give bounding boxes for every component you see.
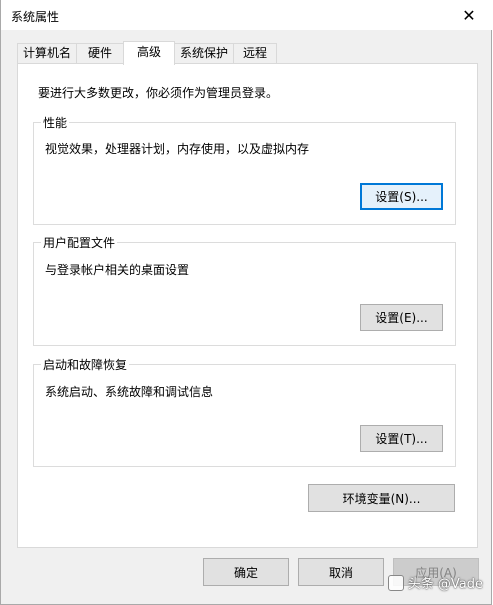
user-profiles-settings-button[interactable]: 设置(E)... <box>360 304 443 331</box>
ok-button[interactable]: 确定 <box>203 558 289 586</box>
advanced-tab-panel: 要进行大多数更改，你必须作为管理员登录。 性能 视觉效果，处理器计划，内存使用，… <box>17 63 478 548</box>
startup-recovery-desc: 系统启动、系统故障和调试信息 <box>45 385 214 399</box>
tab-advanced[interactable]: 高级 <box>123 41 175 65</box>
cancel-button[interactable]: 取消 <box>298 558 384 586</box>
performance-group: 性能 视觉效果，处理器计划，内存使用，以及虚拟内存 设置(S)... <box>33 114 456 225</box>
performance-settings-button[interactable]: 设置(S)... <box>360 183 443 210</box>
performance-desc: 视觉效果，处理器计划，内存使用，以及虚拟内存 <box>45 142 310 156</box>
admin-notice: 要进行大多数更改，你必须作为管理员登录。 <box>38 86 279 100</box>
environment-variables-button[interactable]: 环境变量(N)... <box>308 484 455 512</box>
user-profiles-desc: 与登录帐户相关的桌面设置 <box>45 263 190 277</box>
close-button[interactable]: ✕ <box>446 0 492 30</box>
tab-computer-name[interactable]: 计算机名 <box>17 43 77 64</box>
window-title: 系统属性 <box>11 10 60 24</box>
watermark-text: 头条 @Vade <box>407 577 483 592</box>
watermark: 头条 @Vade <box>387 573 483 592</box>
tab-remote[interactable]: 远程 <box>233 43 277 64</box>
system-properties-dialog: 系统属性 ✕ 计算机名 硬件 高级 系统保护 远程 要进行大多数更改，你必须作为… <box>0 0 492 605</box>
tab-hardware[interactable]: 硬件 <box>76 43 124 64</box>
toutiao-logo-icon <box>387 574 404 591</box>
startup-recovery-title: 启动和故障恢复 <box>41 356 130 373</box>
startup-recovery-settings-button[interactable]: 设置(T)... <box>360 425 443 452</box>
user-profiles-title: 用户配置文件 <box>41 234 118 251</box>
title-bar[interactable]: 系统属性 ✕ <box>1 0 492 30</box>
user-profiles-group: 用户配置文件 与登录帐户相关的桌面设置 设置(E)... <box>33 234 456 346</box>
tab-system-protection[interactable]: 系统保护 <box>174 43 234 64</box>
startup-recovery-group: 启动和故障恢复 系统启动、系统故障和调试信息 设置(T)... <box>33 356 456 467</box>
performance-title: 性能 <box>41 114 70 131</box>
close-icon: ✕ <box>462 5 476 25</box>
